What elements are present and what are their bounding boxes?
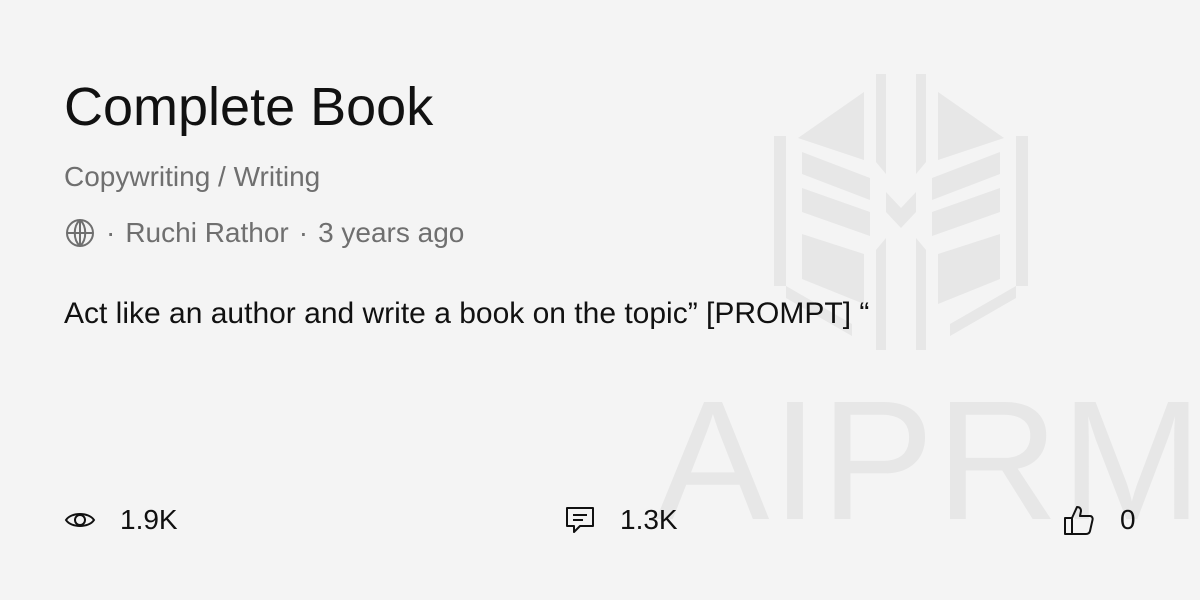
meta-separator: ·	[106, 217, 116, 248]
likes-count: 0	[1120, 504, 1136, 535]
thumbs-up-icon[interactable]	[1062, 503, 1096, 537]
author-name[interactable]: Ruchi Rathor	[125, 217, 288, 249]
prompt-title[interactable]: Complete Book	[64, 74, 433, 140]
globe-icon	[66, 219, 94, 247]
meta-separator: ·	[298, 217, 309, 248]
likes-stat[interactable]: 0	[1062, 502, 1136, 538]
views-count: 1.9K	[120, 504, 178, 535]
prompt-description: Act like an author and write a book on t…	[64, 297, 870, 330]
comments-stat: 1.3K	[564, 502, 678, 538]
prompt-category[interactable]: Copywriting / Writing	[64, 160, 320, 194]
views-stat: 1.9K	[64, 502, 178, 538]
prompt-card: AIPRM Complete Book Copywriting / Writin…	[0, 0, 1200, 600]
comments-count: 1.3K	[620, 504, 678, 535]
prompt-meta: · Ruchi Rathor · 3 years ago	[64, 216, 464, 250]
comment-icon	[566, 507, 594, 533]
prompt-age: 3 years ago	[318, 217, 465, 248]
eye-icon	[64, 513, 96, 527]
